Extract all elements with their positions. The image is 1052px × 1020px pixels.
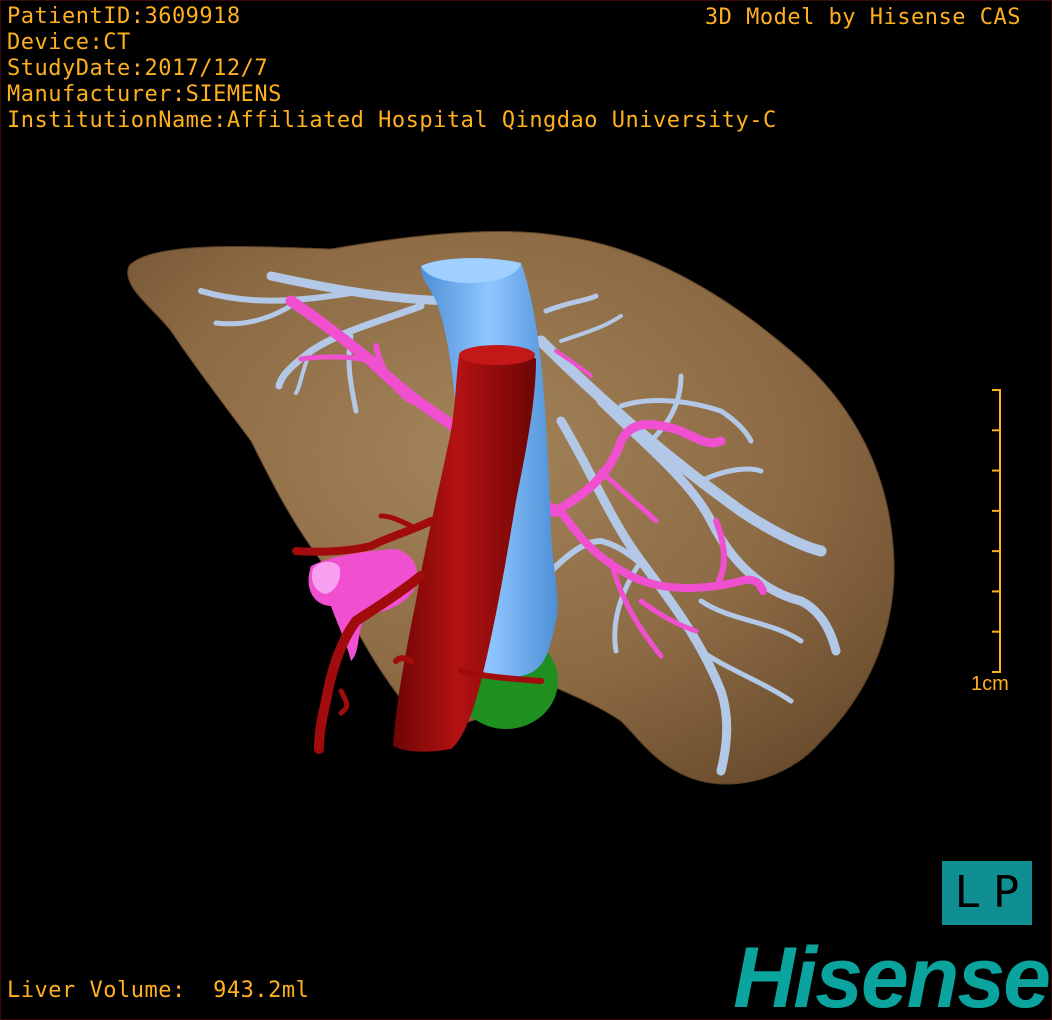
orientation-marker[interactable]: LP [942, 861, 1032, 925]
orientation-label: LP [954, 867, 1032, 918]
hisense-logo: Hisense [733, 930, 1051, 1020]
scale-label: 1cm [971, 673, 1009, 695]
scale-ticks [992, 389, 1000, 673]
liver-volume-label: Liver Volume: 943.2ml [7, 978, 310, 1003]
liver-3d-model[interactable] [1, 1, 1051, 1019]
3d-viewport[interactable]: PatientID:3609918 Device:CT StudyDate:20… [0, 0, 1052, 1020]
scale-bar [992, 389, 1001, 673]
